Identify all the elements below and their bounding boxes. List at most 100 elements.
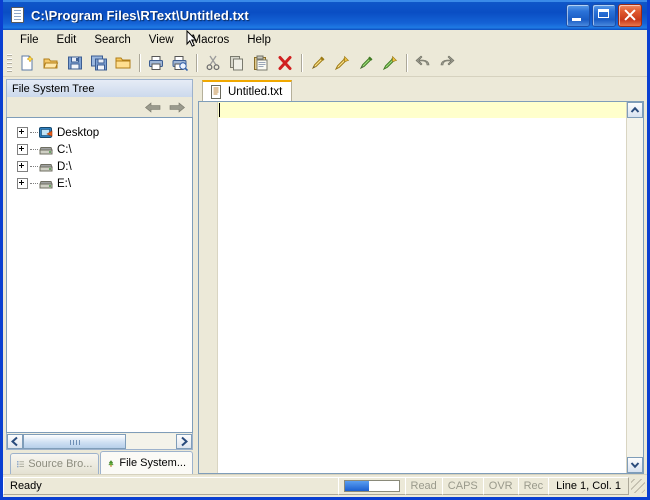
- back-button[interactable]: [144, 101, 161, 113]
- toolbar-grip[interactable]: [7, 54, 12, 72]
- scroll-down-button[interactable]: [627, 457, 643, 473]
- main-split: File System Tree Desktop C:\ D:\ E:\ Sou…: [3, 77, 647, 474]
- status-ovr-indicator: OVR: [482, 477, 518, 495]
- toolbar-separator: [196, 54, 197, 72]
- copy-button[interactable]: [226, 52, 248, 74]
- open-folder-button[interactable]: [112, 52, 134, 74]
- menu-item-search[interactable]: Search: [85, 32, 139, 48]
- title-bar[interactable]: C:\Program Files\RText\Untitled.txt: [3, 0, 647, 30]
- panel-title: File System Tree: [6, 79, 193, 97]
- maximize-button[interactable]: [592, 3, 616, 27]
- close-button[interactable]: [618, 3, 642, 27]
- open-file-button[interactable]: [40, 52, 62, 74]
- tree-connector: [30, 148, 38, 151]
- status-message: Ready: [3, 477, 338, 495]
- editor-vertical-scrollbar[interactable]: [626, 102, 643, 473]
- file-system-tree[interactable]: Desktop C:\ D:\ E:\: [6, 117, 193, 433]
- editor-tab-strip: Untitled.txt: [198, 79, 644, 102]
- replace-button[interactable]: [355, 52, 377, 74]
- forward-button[interactable]: [169, 101, 186, 113]
- save-all-button[interactable]: [88, 52, 110, 74]
- expander-icon[interactable]: [17, 144, 28, 155]
- editor-tab-untitled[interactable]: Untitled.txt: [202, 80, 293, 101]
- tree-connector: [30, 131, 38, 134]
- menu-item-edit[interactable]: Edit: [48, 32, 86, 48]
- menu-item-file[interactable]: File: [11, 32, 48, 48]
- editor-tab-label: Untitled.txt: [228, 85, 283, 98]
- drive-icon: [38, 142, 54, 158]
- progress-bar: [343, 480, 400, 492]
- expander-icon[interactable]: [17, 161, 28, 172]
- tree-item-label: E:\: [57, 177, 72, 190]
- status-caret-position: Line 1, Col. 1: [548, 477, 629, 495]
- status-bar: Ready Read CAPS OVR Rec Line 1, Col. 1: [3, 474, 647, 497]
- text-area[interactable]: [218, 102, 626, 473]
- tree-item-drive-e[interactable]: E:\: [7, 175, 192, 192]
- tree-nav-row: [6, 97, 193, 117]
- toolbar: [3, 50, 647, 77]
- tree-horizontal-scrollbar[interactable]: [6, 433, 193, 450]
- tab-label: Source Bro...: [28, 458, 93, 470]
- tree-item-label: C:\: [57, 143, 72, 156]
- left-dock-panel: File System Tree Desktop C:\ D:\ E:\ Sou…: [3, 77, 193, 474]
- menu-item-view[interactable]: View: [140, 32, 183, 48]
- tree-item-desktop[interactable]: Desktop: [7, 124, 192, 141]
- status-read-indicator: Read: [404, 477, 442, 495]
- print-button[interactable]: [145, 52, 167, 74]
- status-message-label: Ready: [10, 480, 42, 492]
- redo-button[interactable]: [436, 52, 458, 74]
- save-button[interactable]: [64, 52, 86, 74]
- mouse-cursor: [186, 30, 198, 47]
- panel-title-label: File System Tree: [12, 82, 95, 95]
- editor-gutter: [199, 102, 218, 473]
- tab-source-browser[interactable]: Source Bro...: [10, 453, 100, 474]
- tree-icon: [108, 459, 115, 467]
- tree-item-label: Desktop: [57, 126, 100, 139]
- scroll-right-button[interactable]: [176, 433, 192, 449]
- status-caps-indicator: CAPS: [441, 477, 483, 495]
- tree-item-drive-d[interactable]: D:\: [7, 158, 192, 175]
- scroll-up-button[interactable]: [627, 102, 643, 118]
- drive-icon: [38, 176, 54, 192]
- find-next-button[interactable]: [331, 52, 353, 74]
- scrollbar-track[interactable]: [23, 433, 176, 449]
- paste-button[interactable]: [250, 52, 272, 74]
- editor-container: [198, 101, 644, 474]
- scroll-left-button[interactable]: [7, 433, 23, 449]
- find-button[interactable]: [307, 52, 329, 74]
- toolbar-separator: [301, 54, 302, 72]
- drive-icon: [38, 159, 54, 175]
- application-window: C:\Program Files\RText\Untitled.txt File…: [0, 0, 650, 500]
- tab-label: File System...: [119, 457, 186, 469]
- delete-button[interactable]: [274, 52, 296, 74]
- status-rec-indicator: Rec: [517, 477, 549, 495]
- document-icon: [210, 84, 223, 99]
- text-caret: [219, 103, 220, 117]
- window-title: C:\Program Files\RText\Untitled.txt: [31, 7, 249, 23]
- tree-item-label: D:\: [57, 160, 72, 173]
- replace-next-button[interactable]: [379, 52, 401, 74]
- tab-file-system-tree[interactable]: File System...: [100, 451, 193, 474]
- new-file-button[interactable]: [16, 52, 38, 74]
- expander-icon[interactable]: [17, 127, 28, 138]
- list-icon: [17, 461, 25, 468]
- minimize-button[interactable]: [566, 3, 590, 27]
- status-progress-cell: [337, 477, 405, 495]
- undo-button[interactable]: [412, 52, 434, 74]
- tree-connector: [30, 182, 38, 185]
- scrollbar-thumb[interactable]: [23, 433, 126, 449]
- caption-buttons: [566, 3, 642, 27]
- expander-icon[interactable]: [17, 178, 28, 189]
- toolbar-separator: [406, 54, 407, 72]
- current-line-highlight: [218, 102, 626, 118]
- resize-grip[interactable]: [631, 479, 645, 493]
- print-preview-button[interactable]: [169, 52, 191, 74]
- document-icon: [9, 7, 25, 23]
- menu-item-help[interactable]: Help: [238, 32, 280, 48]
- tree-item-drive-c[interactable]: C:\: [7, 141, 192, 158]
- desktop-icon: [38, 125, 54, 141]
- left-panel-tabs: Source Bro... File System...: [6, 450, 193, 474]
- cut-button[interactable]: [202, 52, 224, 74]
- toolbar-separator: [139, 54, 140, 72]
- menu-bar: File Edit Search View Macros Help: [3, 30, 647, 50]
